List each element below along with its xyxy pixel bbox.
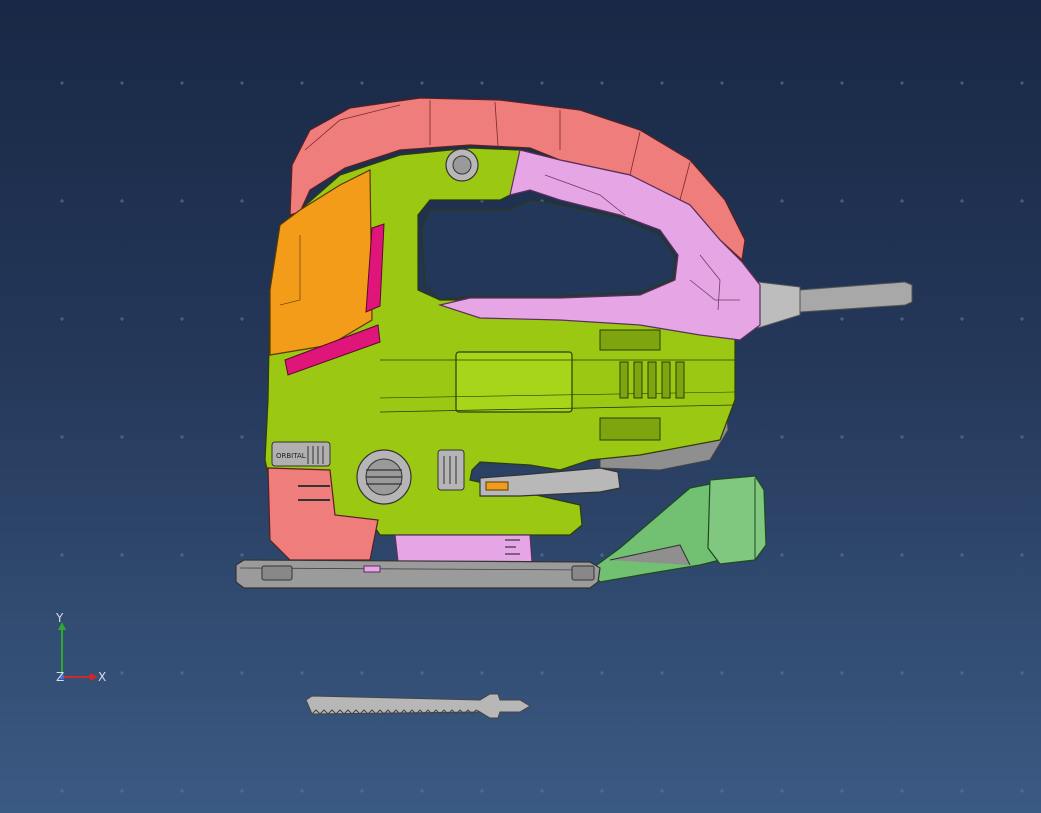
axis-z-label: Z — [56, 670, 65, 684]
dust-port-tip[interactable] — [707, 475, 767, 565]
power-cord[interactable] — [757, 281, 913, 329]
3d-viewport[interactable]: ORBITAL Y X Z — [0, 0, 1041, 813]
side-panel — [269, 169, 373, 356]
axis-y-label: Y — [56, 611, 64, 625]
jigsaw-blade[interactable] — [305, 693, 531, 719]
orbital-selector[interactable]: ORBITAL — [271, 441, 331, 467]
top-knob[interactable] — [445, 148, 479, 182]
base-plate[interactable] — [235, 559, 601, 589]
jigsaw-model[interactable]: ORBITAL — [0, 0, 1041, 813]
label-plate — [455, 351, 573, 413]
speed-dial[interactable] — [356, 449, 412, 505]
orbital-selector-label: ORBITAL — [276, 452, 306, 460]
axis-x-label: X — [98, 670, 107, 684]
lock-switch[interactable] — [437, 449, 465, 491]
blade-holder — [394, 534, 533, 563]
axis-triad: Y X Z — [52, 612, 112, 688]
